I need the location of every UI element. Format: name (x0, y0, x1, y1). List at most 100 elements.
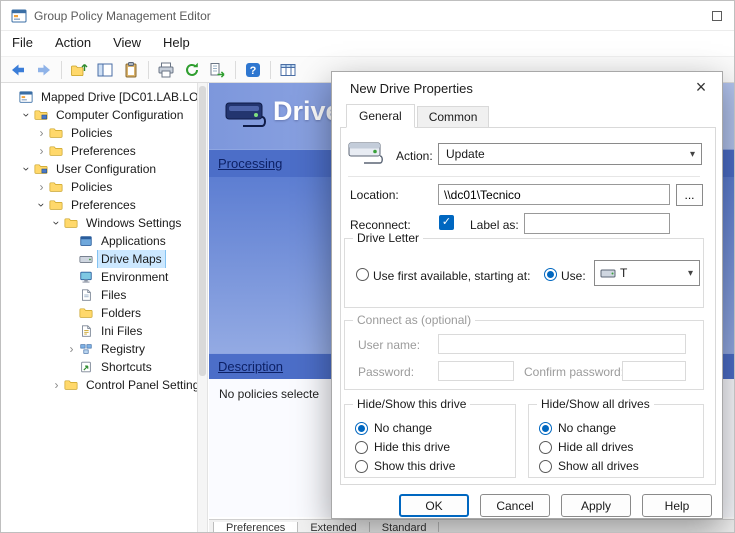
scrollbar-thumb[interactable] (199, 86, 206, 376)
column-options-icon[interactable] (276, 59, 300, 81)
cancel-button[interactable]: Cancel (480, 494, 550, 517)
chevron-right-icon[interactable]: › (35, 178, 48, 196)
close-icon[interactable]: × (688, 76, 714, 100)
hide-all-option-hide-all-drives[interactable]: Hide all drives (539, 438, 699, 456)
hide-this-radio-no-change[interactable] (355, 422, 368, 435)
tree-item-label: Control Panel Setting (83, 376, 197, 394)
apply-button[interactable]: Apply (561, 494, 631, 517)
menu-help[interactable]: Help (152, 31, 201, 54)
tree-item-policies[interactable]: ›Policies (1, 124, 197, 142)
tree-scrollbar[interactable] (198, 83, 208, 532)
tree-item-folders[interactable]: Folders (1, 304, 197, 322)
hide-all-radio-show-all-drives[interactable] (539, 460, 552, 473)
dialog-tab-general[interactable]: General (346, 104, 415, 128)
hide-this-option-no-change[interactable]: No change (355, 419, 511, 437)
chevron-right-icon[interactable]: › (35, 142, 48, 160)
hide-this-option-show-this-drive[interactable]: Show this drive (355, 457, 511, 475)
menu-view[interactable]: View (102, 31, 152, 54)
drive-letter-select[interactable]: T ▾ (594, 260, 700, 286)
svg-text:?: ? (250, 65, 257, 77)
hide-all-drives-options: No change Hide all drives Show all drives (539, 419, 699, 476)
shortcuts-icon (78, 360, 94, 374)
chevron-down-icon[interactable]: › (33, 199, 51, 212)
action-select[interactable]: Update ▾ (438, 143, 702, 165)
ini-files-icon (78, 324, 94, 338)
tree-item-ini-files[interactable]: Ini Files (1, 322, 197, 340)
tree-item-control-panel-setting[interactable]: › Control Panel Setting (1, 376, 197, 394)
use-radio[interactable] (544, 268, 557, 281)
forward-icon[interactable] (32, 59, 56, 81)
tree-item-drive-maps[interactable]: Drive Maps (1, 250, 197, 268)
hide-this-drive-legend: Hide/Show this drive (353, 397, 470, 411)
tree-item-policies[interactable]: ›Policies (1, 178, 197, 196)
tree-item-user-configuration[interactable]: ›User Configuration (1, 160, 197, 178)
properties-icon[interactable] (119, 59, 143, 81)
label-as-label: Label as: (470, 218, 519, 232)
maximize-button[interactable] (712, 11, 722, 21)
mapped-drive-icon (348, 136, 384, 169)
chevron-right-icon[interactable]: › (65, 340, 78, 358)
radio-label: Hide all drives (558, 440, 633, 454)
chevron-down-icon[interactable]: › (18, 109, 36, 122)
help-icon[interactable]: ? (241, 59, 265, 81)
tree-item-computer-configuration[interactable]: ›Computer Configuration (1, 106, 197, 124)
user-name-input (438, 334, 686, 354)
hide-all-radio-hide-all-drives[interactable] (539, 441, 552, 454)
menu-action[interactable]: Action (44, 31, 102, 54)
refresh-icon[interactable] (180, 59, 204, 81)
password-input (438, 361, 514, 381)
help-button[interactable]: Help (642, 494, 712, 517)
tree-item-registry[interactable]: ›Registry (1, 340, 197, 358)
hide-this-radio-hide-this-drive[interactable] (355, 441, 368, 454)
connect-as-legend: Connect as (optional) (353, 313, 475, 327)
location-label: Location: (350, 188, 399, 202)
chevron-right-icon[interactable]: › (50, 376, 63, 394)
show-console-tree-icon[interactable] (93, 59, 117, 81)
location-input[interactable] (438, 184, 670, 205)
console-tree-pane: Mapped Drive [DC01.LAB.LOCA›Computer Con… (1, 83, 198, 532)
chevron-down-icon[interactable]: › (48, 217, 66, 230)
menu-file[interactable]: File (1, 31, 44, 54)
tree-item-shortcuts[interactable]: Shortcuts (1, 358, 197, 376)
drive-letter-value: T (616, 261, 627, 285)
export-list-icon[interactable] (206, 59, 230, 81)
hide-all-option-show-all-drives[interactable]: Show all drives (539, 457, 699, 475)
browse-button[interactable]: ... (676, 184, 703, 206)
back-icon[interactable] (6, 59, 30, 81)
tree-item-label: Mapped Drive [DC01.LAB.LOCA (38, 88, 197, 106)
description-link[interactable]: Description (218, 359, 283, 374)
use-first-available-radio[interactable] (356, 268, 369, 281)
new-drive-properties-dialog: New Drive Properties × GeneralCommon Act… (331, 71, 723, 519)
tree-item-environment[interactable]: Environment (1, 268, 197, 286)
print-icon[interactable] (154, 59, 178, 81)
reconnect-checkbox[interactable] (439, 215, 454, 230)
hide-all-radio-no-change[interactable] (539, 422, 552, 435)
up-one-level-icon[interactable] (67, 59, 91, 81)
tree-item-label: Windows Settings (83, 214, 184, 232)
tree-item-mapped-drive-dc01-lab-loca[interactable]: Mapped Drive [DC01.LAB.LOCA (1, 88, 197, 106)
no-policies-text: No policies selecte (219, 387, 319, 401)
chevron-right-icon[interactable]: › (35, 124, 48, 142)
processing-link[interactable]: Processing (218, 156, 282, 171)
separator (348, 176, 700, 177)
hide-this-option-hide-this-drive[interactable]: Hide this drive (355, 438, 511, 456)
label-as-input[interactable] (524, 213, 670, 234)
view-tab-extended[interactable]: Extended (297, 522, 369, 533)
environment-icon (78, 270, 94, 284)
tree-item-files[interactable]: Files (1, 286, 197, 304)
ok-button[interactable]: OK (399, 494, 469, 517)
tree-item-windows-settings[interactable]: › Windows Settings (1, 214, 197, 232)
view-tab-standard[interactable]: Standard (369, 522, 440, 533)
dialog-tab-common[interactable]: Common (417, 106, 490, 128)
tree-item-preferences[interactable]: ›Preferences (1, 196, 197, 214)
drive-icon (78, 252, 94, 266)
hide-all-option-no-change[interactable]: No change (539, 419, 699, 437)
tree-item-applications[interactable]: Applications (1, 232, 197, 250)
tree-item-preferences[interactable]: ›Preferences (1, 142, 197, 160)
hide-this-radio-show-this-drive[interactable] (355, 460, 368, 473)
toolbar-separator (235, 61, 236, 79)
view-tab-preferences[interactable]: Preferences (213, 522, 298, 533)
window-title: Group Policy Management Editor (34, 9, 211, 23)
hide-show-this-drive-group: Hide/Show this drive No changeHide this … (344, 404, 516, 478)
chevron-down-icon[interactable]: › (18, 163, 36, 176)
